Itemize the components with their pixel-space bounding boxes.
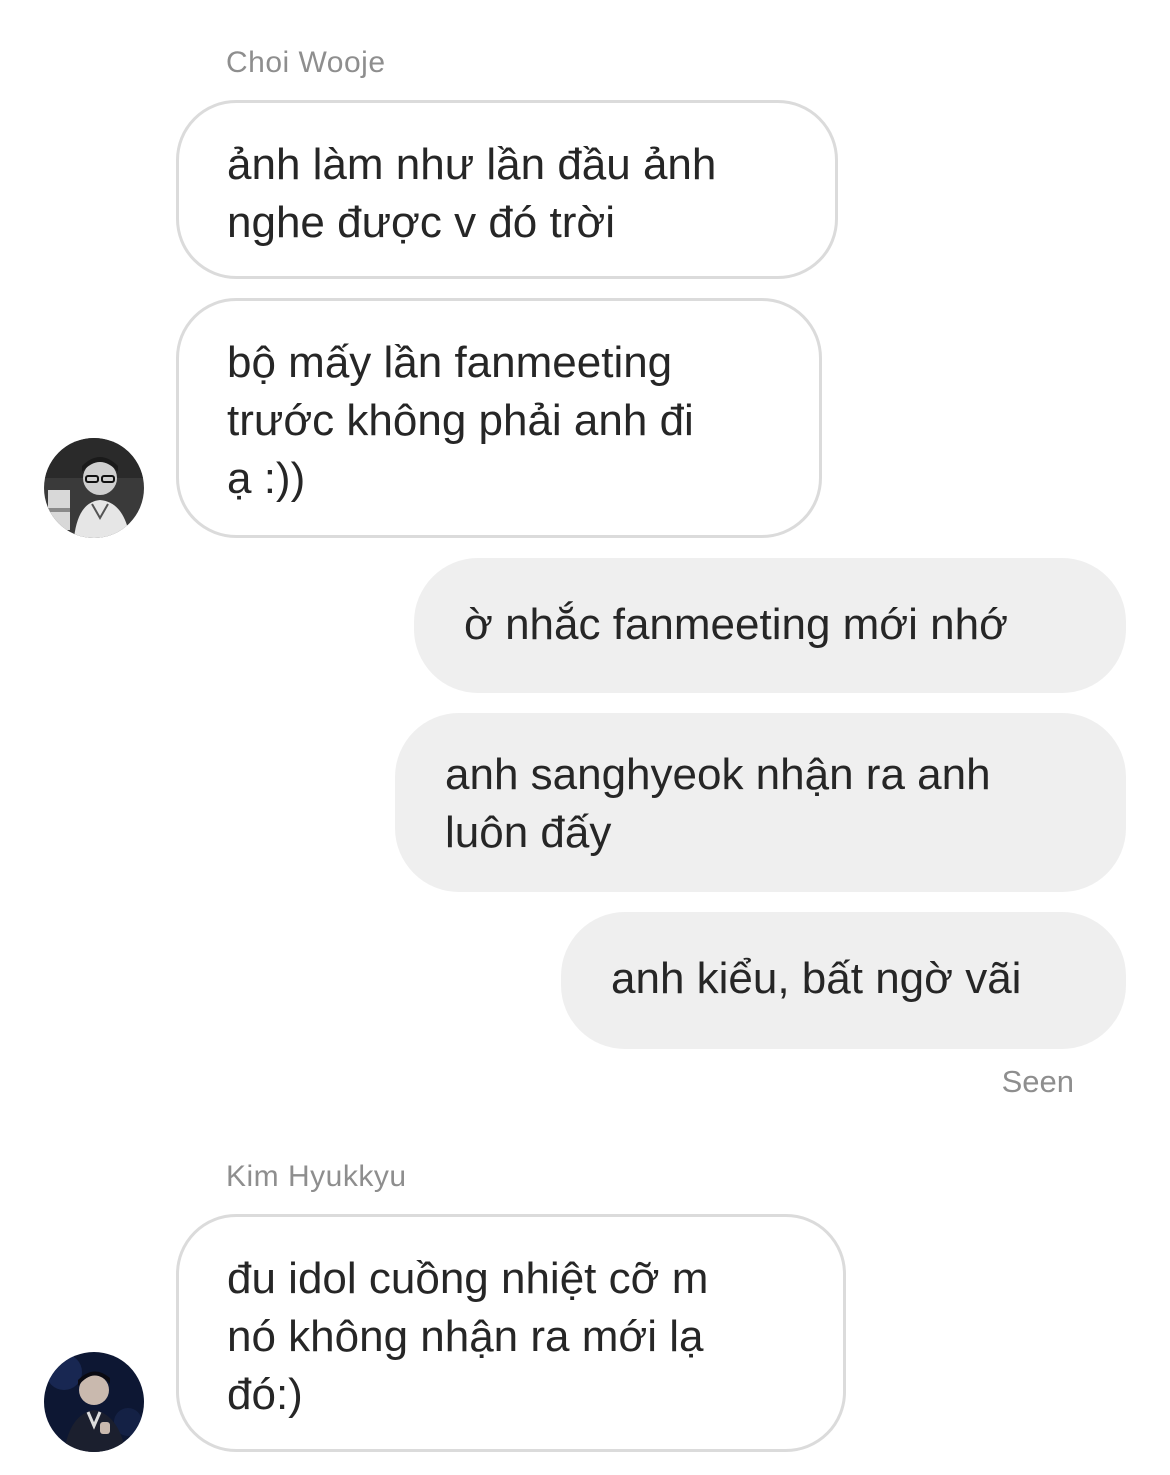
avatar-kim-hyukkyu[interactable] (44, 1352, 144, 1452)
outgoing-message-bubble[interactable]: anh sanghyeok nhận ra anh luôn đấy (395, 713, 1126, 892)
seen-status: Seen (1001, 1064, 1074, 1099)
sender-name-kim-hyukkyu: Kim Hyukkyu (226, 1160, 407, 1193)
sender-name-choi-wooje: Choi Wooje (226, 46, 386, 79)
outgoing-message-bubble[interactable]: ờ nhắc fanmeeting mới nhớ (414, 558, 1126, 693)
incoming-message-bubble[interactable]: ảnh làm như lần đầu ảnh nghe được v đó t… (176, 100, 838, 279)
outgoing-message-bubble[interactable]: anh kiểu, bất ngờ vãi (561, 912, 1126, 1049)
incoming-message-bubble[interactable]: đu idol cuồng nhiệt cỡ m nó không nhận r… (176, 1214, 846, 1452)
incoming-message-bubble[interactable]: bộ mấy lần fanmeeting trước không phải a… (176, 298, 822, 538)
profile-photo-icon (44, 438, 144, 538)
profile-photo-icon (44, 1352, 144, 1452)
avatar-choi-wooje[interactable] (44, 438, 144, 538)
